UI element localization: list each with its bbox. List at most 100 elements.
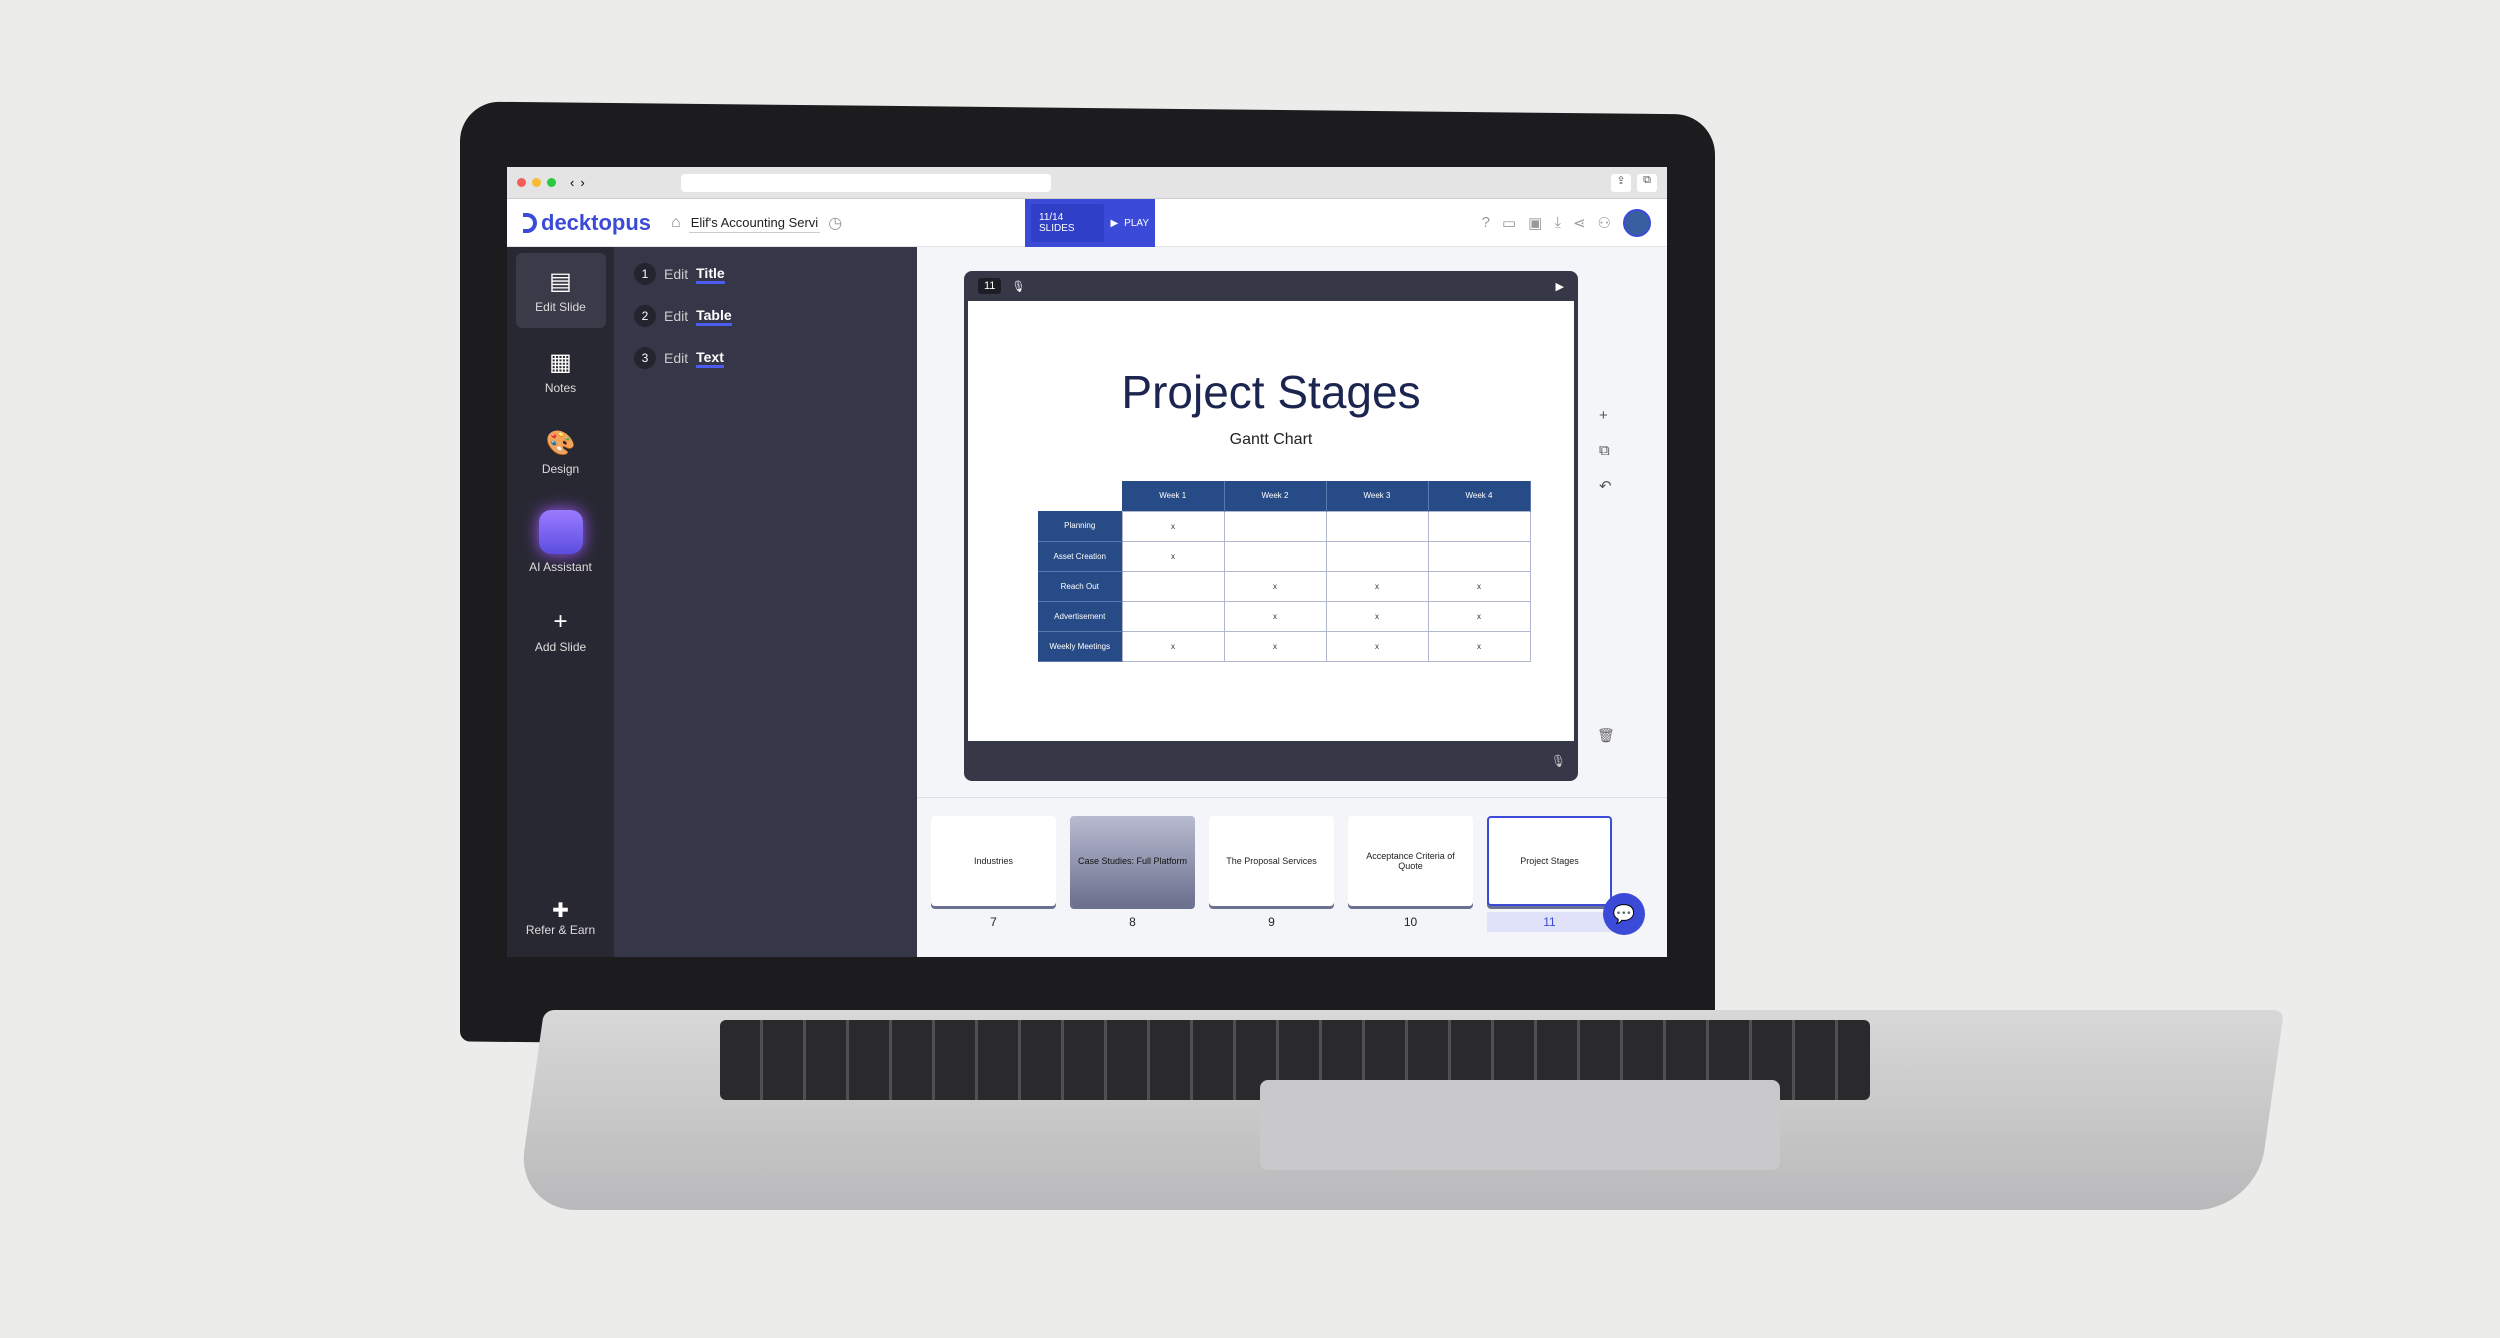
editor-footer: 🎙 xyxy=(964,741,1578,781)
table-cell[interactable] xyxy=(1121,570,1225,602)
column-header[interactable]: Week 2 xyxy=(1224,481,1327,511)
home-icon[interactable]: ⌂ xyxy=(671,214,681,232)
step-edit-text[interactable]: 3 Edit Text xyxy=(634,347,897,369)
slide-title[interactable]: Project Stages xyxy=(968,365,1574,419)
undo-icon[interactable]: ↶ xyxy=(1599,477,1612,495)
table-cell[interactable] xyxy=(1121,600,1225,632)
table-cell[interactable]: x xyxy=(1325,570,1429,602)
slide-canvas[interactable]: Project Stages Gantt Chart Week 1 Week 2… xyxy=(968,301,1574,741)
row-header[interactable]: Asset Creation xyxy=(1038,541,1122,572)
rail-design[interactable]: 🎨 Design xyxy=(516,415,606,490)
add-user-icon[interactable]: ⚇ xyxy=(1598,214,1611,232)
row-header[interactable]: Reach Out xyxy=(1038,571,1122,602)
table-cell[interactable] xyxy=(1325,510,1429,542)
maximize-dot[interactable] xyxy=(547,178,556,187)
table-cell[interactable] xyxy=(1223,540,1327,572)
table-cell[interactable] xyxy=(1427,510,1531,542)
thumbnail-title: Case Studies: Full Platform xyxy=(1070,816,1195,906)
ai-assistant-icon xyxy=(538,510,583,554)
edit-slide-icon: ▤ xyxy=(549,268,572,295)
thumbnail-title: Acceptance Criteria of Quote xyxy=(1348,816,1473,906)
thumbnail[interactable]: Case Studies: Full Platform 8 xyxy=(1070,816,1195,939)
gift-icon: ✚ xyxy=(552,900,569,922)
column-header[interactable]: Week 1 xyxy=(1122,481,1225,511)
table-cell[interactable] xyxy=(1427,540,1531,572)
thumbnail-active[interactable]: Project Stages 11 xyxy=(1487,816,1612,939)
document-title-input[interactable]: Elif's Accounting Servi xyxy=(688,213,821,233)
device-icon[interactable]: ▭ xyxy=(1502,214,1516,232)
duplicate-icon[interactable]: ⧉ xyxy=(1599,442,1612,459)
thumbnail[interactable]: The Proposal Services 9 xyxy=(1209,816,1334,939)
play-icon[interactable]: ▶ xyxy=(1110,218,1118,229)
thumbnail-number: 9 xyxy=(1268,915,1275,929)
refer-earn-button[interactable]: ✚ Refer & Earn xyxy=(507,898,614,937)
left-rail: ▤ Edit Slide ▦ Notes 🎨 Design AI Assistant … xyxy=(507,247,614,957)
mic-icon[interactable]: 🎙 xyxy=(1551,754,1566,768)
plus-icon: + xyxy=(553,608,568,635)
minimize-dot[interactable] xyxy=(532,178,541,187)
rail-edit-slide[interactable]: ▤ Edit Slide xyxy=(515,253,606,328)
mic-icon[interactable]: 🎙 xyxy=(1011,280,1025,293)
step-object: Text xyxy=(696,349,724,368)
rail-add-slide[interactable]: + Add Slide xyxy=(516,594,606,668)
laptop-screen: ‹ › ⇪ ⧉ decktopus ⌂ Elif's Accounting Ser… xyxy=(507,167,1667,957)
present-icon[interactable]: ▣ xyxy=(1528,214,1542,232)
download-icon[interactable]: ⤓ xyxy=(1554,214,1561,231)
help-icon[interactable]: ? xyxy=(1482,214,1490,231)
thumbnail-title: Project Stages xyxy=(1487,816,1612,906)
table-cell[interactable]: x xyxy=(1325,630,1429,662)
trackpad xyxy=(1260,1080,1780,1170)
avatar[interactable] xyxy=(1623,208,1651,237)
step-verb: Edit xyxy=(664,266,689,282)
table-cell[interactable]: x xyxy=(1325,600,1429,632)
tabs-icon[interactable]: ⧉ xyxy=(1637,173,1657,192)
table-cell[interactable]: x xyxy=(1223,600,1327,632)
table-cell[interactable]: x xyxy=(1427,570,1531,602)
share-icon[interactable]: ⋖ xyxy=(1573,214,1586,232)
table-cell[interactable]: x xyxy=(1427,600,1531,632)
table-cell[interactable]: x xyxy=(1427,630,1531,662)
logo-text: decktopus xyxy=(541,209,652,235)
row-header[interactable]: Planning xyxy=(1038,511,1122,542)
logo-mark-icon xyxy=(523,212,537,233)
step-verb: Edit xyxy=(664,350,689,366)
table-cell[interactable]: x xyxy=(1223,570,1327,602)
table-cell[interactable] xyxy=(1223,510,1327,542)
share-icon[interactable]: ⇪ xyxy=(1611,173,1631,192)
notes-icon: ▦ xyxy=(549,349,572,376)
table-cell[interactable]: x xyxy=(1121,510,1225,542)
play-button[interactable]: PLAY xyxy=(1124,218,1149,229)
forward-icon[interactable]: › xyxy=(580,175,584,190)
table-row: Weekly Meetings x x x x xyxy=(1038,630,1531,662)
thumbnail-strip: Industries 7 Case Studies: Full Platform 8… xyxy=(917,797,1667,957)
table-cell[interactable]: x xyxy=(1223,630,1327,662)
column-header[interactable]: Week 4 xyxy=(1428,481,1531,511)
history-icon[interactable]: ◷ xyxy=(828,213,842,233)
table-cell[interactable]: x xyxy=(1121,540,1225,572)
play-slide-icon[interactable]: ▶ xyxy=(1556,280,1564,293)
column-header[interactable]: Week 3 xyxy=(1326,481,1429,511)
row-header[interactable]: Weekly Meetings xyxy=(1038,631,1122,662)
thumbnail[interactable]: Acceptance Criteria of Quote 10 xyxy=(1348,816,1473,939)
chat-button[interactable]: 💬 xyxy=(1603,893,1645,935)
thumbnail[interactable]: Industries 7 xyxy=(931,816,1056,939)
row-header[interactable]: Advertisement xyxy=(1038,601,1122,632)
table-cell[interactable] xyxy=(1325,540,1429,572)
trash-icon[interactable]: 🗑 xyxy=(1597,727,1615,744)
table-cell[interactable]: x xyxy=(1121,630,1225,662)
step-edit-title[interactable]: 1 Edit Title xyxy=(634,263,897,285)
back-icon[interactable]: ‹ xyxy=(570,175,574,190)
logo[interactable]: decktopus xyxy=(523,210,651,236)
close-dot[interactable] xyxy=(517,178,526,187)
slide-subtitle[interactable]: Gantt Chart xyxy=(968,431,1574,449)
add-icon[interactable]: + xyxy=(1599,407,1612,424)
step-edit-table[interactable]: 2 Edit Table xyxy=(634,305,897,327)
slides-counter[interactable]: 11/14 SLIDES xyxy=(1031,204,1105,242)
gantt-table[interactable]: Week 1 Week 2 Week 3 Week 4 Planning x Ass… xyxy=(1038,481,1531,662)
rail-notes[interactable]: ▦ Notes xyxy=(516,334,606,409)
slide-number-badge: 11 xyxy=(978,278,1002,294)
address-bar[interactable] xyxy=(680,173,1051,192)
rail-ai-assistant[interactable]: AI Assistant xyxy=(516,496,606,588)
refer-label: Refer & Earn xyxy=(525,923,596,937)
rail-label: Notes xyxy=(544,381,577,395)
